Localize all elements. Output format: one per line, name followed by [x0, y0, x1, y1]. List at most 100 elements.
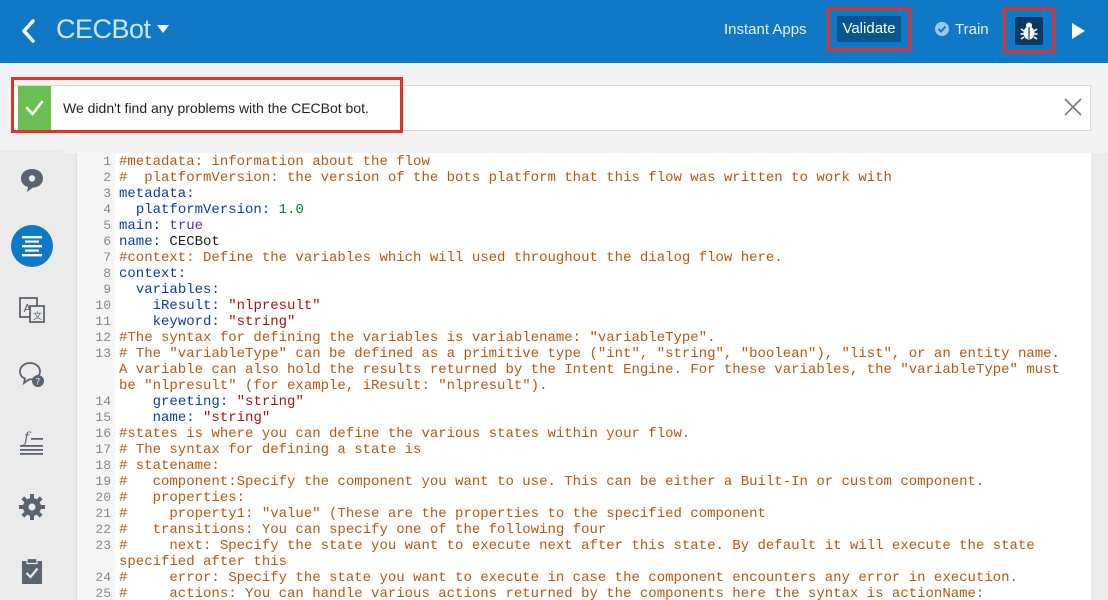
line-number: 5 — [103, 218, 111, 233]
back-chevron-icon[interactable] — [18, 16, 40, 46]
code-text: name: CECBot — [119, 234, 220, 250]
train-button[interactable]: Train — [935, 21, 989, 38]
sidebar: A 文 ? f — [0, 150, 63, 600]
line-number: 14 — [95, 394, 111, 409]
code-line[interactable]: 2 # platformVersion: the version of the b… — [77, 170, 1091, 186]
line-number: 11 — [95, 314, 111, 329]
code-text: # The "variableType" can be defined as a… — [119, 346, 1069, 394]
code-line[interactable]: 10 iResult: "nlpresult" — [77, 298, 1091, 314]
code-line[interactable]: 5 main: true — [77, 218, 1091, 234]
code-text: #The syntax for defining the variables i… — [119, 330, 716, 346]
code-line[interactable]: 14 greeting: "string" — [77, 394, 1091, 410]
svg-text:文: 文 — [33, 310, 42, 322]
code-line[interactable]: 13 # The "variableType" can be defined as… — [77, 346, 1091, 394]
flow-list-icon — [22, 236, 42, 257]
code-line[interactable]: 3 metadata: — [77, 186, 1091, 202]
code-text: name: "string" — [152, 410, 271, 426]
line-number: 15 — [95, 410, 111, 425]
code-text: #context: Define the variables which wil… — [119, 250, 783, 266]
line-number: 20 — [95, 490, 111, 505]
code-line[interactable]: 11 keyword: "string" — [77, 314, 1091, 330]
chat-bubble-icon[interactable] — [17, 165, 47, 195]
code-text: # next: Specify the state you want to ex… — [119, 538, 1044, 570]
code-line[interactable]: 21 # property1: "value" (These are the pr… — [77, 506, 1091, 522]
line-number: 25 — [95, 586, 111, 600]
code-line[interactable]: 25 # actions: You can handle various acti… — [77, 586, 1091, 600]
code-text: # properties: — [119, 490, 246, 506]
code-text: #states is where you can define the vari… — [119, 426, 691, 442]
code-line[interactable]: 12 #The syntax for defining the variables… — [77, 330, 1091, 346]
debug-highlight — [1003, 7, 1055, 53]
code-line[interactable]: 17 # The syntax for defining a state is — [77, 442, 1091, 458]
function-icon[interactable]: f — [17, 428, 47, 458]
code-text: metadata: — [119, 186, 195, 202]
code-text: # statename: — [119, 458, 220, 474]
code-text: greeting: "string" — [152, 394, 304, 410]
code-line[interactable]: 22 # transitions: You can specify one of … — [77, 522, 1091, 538]
sidebar-item-flows[interactable] — [11, 225, 53, 267]
line-number: 17 — [95, 442, 111, 457]
bot-title[interactable]: CECBot — [56, 14, 151, 45]
code-text: # platformVersion: the version of the bo… — [119, 170, 892, 186]
code-text: platformVersion: 1.0 — [135, 202, 304, 218]
code-line[interactable]: 20 # properties: — [77, 490, 1091, 506]
gear-icon[interactable] — [17, 492, 47, 522]
code-line[interactable]: 18 # statename: — [77, 458, 1091, 474]
code-line[interactable]: 16 #states is where you can define the va… — [77, 426, 1091, 442]
line-number: 22 — [95, 522, 111, 537]
code-line[interactable]: 19 # component:Specify the component you … — [77, 474, 1091, 490]
chevron-down-icon[interactable] — [156, 24, 170, 34]
line-number: 10 — [95, 298, 111, 313]
line-number: 8 — [103, 266, 111, 281]
train-label: Train — [955, 21, 989, 38]
code-text: #metadata: information about the flow — [119, 154, 430, 170]
code-text: iResult: "nlpresult" — [152, 298, 321, 314]
line-number: 2 — [103, 170, 111, 185]
line-number: 9 — [103, 282, 111, 297]
line-number: 1 — [103, 154, 111, 169]
code-text: # component:Specify the component you wa… — [119, 474, 985, 490]
code-text: # property1: "value" (These are the prop… — [119, 506, 766, 522]
debug-button[interactable] — [1015, 17, 1043, 45]
top-bar: CECBot Instant Apps Validate Train — [0, 0, 1108, 63]
code-text: # The syntax for defining a state is — [119, 442, 422, 458]
validate-highlight: Validate — [827, 7, 911, 51]
line-number: 6 — [103, 234, 111, 249]
code-line[interactable]: 24 # error: Specify the state you want to… — [77, 570, 1091, 586]
clipboard-check-icon[interactable] — [17, 556, 47, 586]
line-number: 18 — [95, 458, 111, 473]
code-text: main: true — [119, 218, 204, 234]
line-number: 4 — [103, 202, 111, 217]
line-number: 19 — [95, 474, 111, 489]
code-line[interactable]: 8 context: — [77, 266, 1091, 282]
code-text: # error: Specify the state you want to e… — [119, 570, 1018, 586]
line-number: 21 — [95, 506, 111, 521]
code-line[interactable]: 23 # next: Specify the state you want to … — [77, 538, 1091, 570]
check-circle-icon — [935, 22, 949, 36]
line-number: 16 — [95, 426, 111, 441]
code-line[interactable]: 15 name: "string" — [77, 410, 1091, 426]
line-number: 24 — [95, 570, 111, 585]
play-icon[interactable] — [1070, 22, 1086, 40]
close-icon[interactable] — [1062, 96, 1084, 118]
code-text: keyword: "string" — [152, 314, 296, 330]
line-number: 7 — [103, 250, 111, 265]
faq-icon[interactable]: ? — [17, 360, 47, 390]
code-text: context: — [119, 266, 187, 282]
code-line[interactable]: 1 #metadata: information about the flow — [77, 154, 1091, 170]
svg-text:f: f — [23, 430, 32, 446]
instant-apps-link[interactable]: Instant Apps — [724, 21, 807, 38]
code-text: variables: — [135, 282, 220, 298]
code-line[interactable]: 7 #context: Define the variables which wi… — [77, 250, 1091, 266]
code-line[interactable]: 9 variables: — [77, 282, 1091, 298]
alert-highlight — [11, 77, 403, 133]
line-number: 23 — [95, 538, 111, 553]
validate-button[interactable]: Validate — [837, 16, 901, 42]
code-line[interactable]: 4 platformVersion: 1.0 — [77, 202, 1091, 218]
translate-icon[interactable]: A 文 — [17, 295, 47, 325]
code-editor[interactable]: 1 #metadata: information about the flow 2 #… — [76, 153, 1091, 600]
svg-text:?: ? — [36, 378, 41, 388]
code-line[interactable]: 6 name: CECBot — [77, 234, 1091, 250]
line-number: 13 — [95, 346, 111, 361]
bug-icon — [1020, 22, 1038, 40]
